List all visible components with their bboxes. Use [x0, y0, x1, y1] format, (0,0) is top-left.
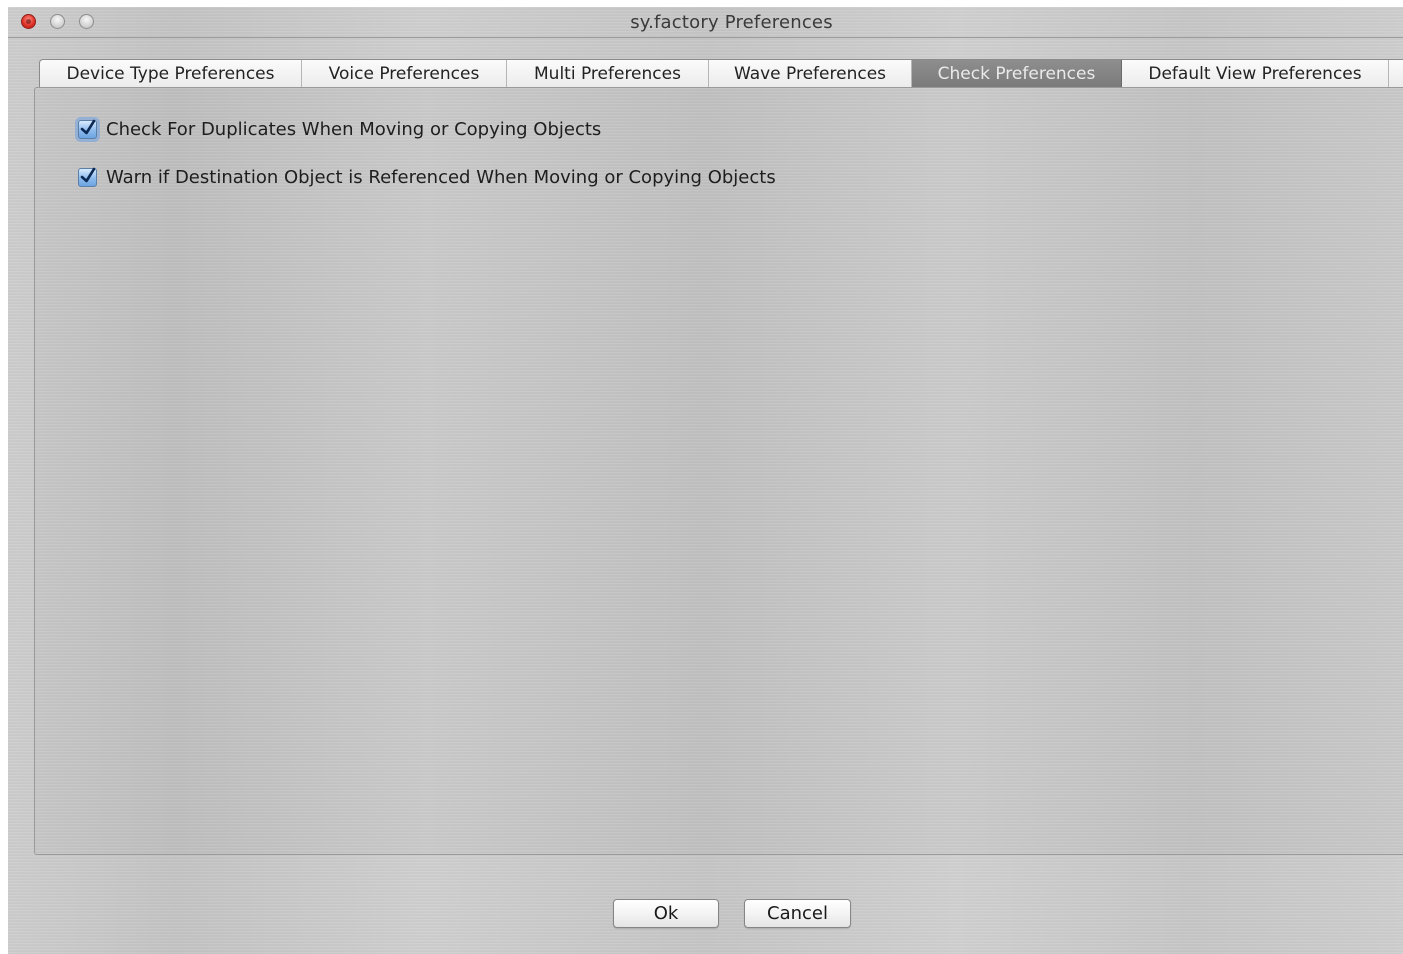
tab-device-type-preferences[interactable]: Device Type Preferences — [40, 60, 302, 88]
tab-overflow-partial[interactable] — [1389, 60, 1403, 88]
tab-bar: Device Type Preferences Voice Preference… — [39, 59, 1403, 88]
warn-referenced-checkbox[interactable] — [78, 167, 97, 187]
preferences-window: sy.factory Preferences Device Type Prefe… — [8, 7, 1403, 954]
tab-default-view-preferences[interactable]: Default View Preferences — [1122, 60, 1389, 88]
check-duplicates-row[interactable]: Check For Duplicates When Moving or Copy… — [78, 118, 601, 140]
checkmark-icon — [80, 119, 96, 134]
ok-button[interactable]: Ok — [613, 899, 719, 928]
check-duplicates-label: Check For Duplicates When Moving or Copy… — [106, 118, 602, 140]
warn-referenced-row[interactable]: Warn if Destination Object is Referenced… — [78, 166, 776, 188]
check-duplicates-checkbox[interactable] — [78, 119, 97, 139]
tab-check-preferences[interactable]: Check Preferences — [912, 60, 1122, 88]
tab-voice-preferences[interactable]: Voice Preferences — [302, 60, 507, 88]
window-title: sy.factory Preferences — [630, 12, 833, 33]
cancel-button[interactable]: Cancel — [744, 899, 851, 928]
check-preferences-panel — [34, 87, 1403, 855]
warn-referenced-label: Warn if Destination Object is Referenced… — [106, 166, 776, 188]
title-bar: sy.factory Preferences — [8, 7, 1403, 38]
checkmark-icon — [80, 167, 96, 182]
tab-wave-preferences[interactable]: Wave Preferences — [709, 60, 912, 88]
tab-multi-preferences[interactable]: Multi Preferences — [507, 60, 709, 88]
